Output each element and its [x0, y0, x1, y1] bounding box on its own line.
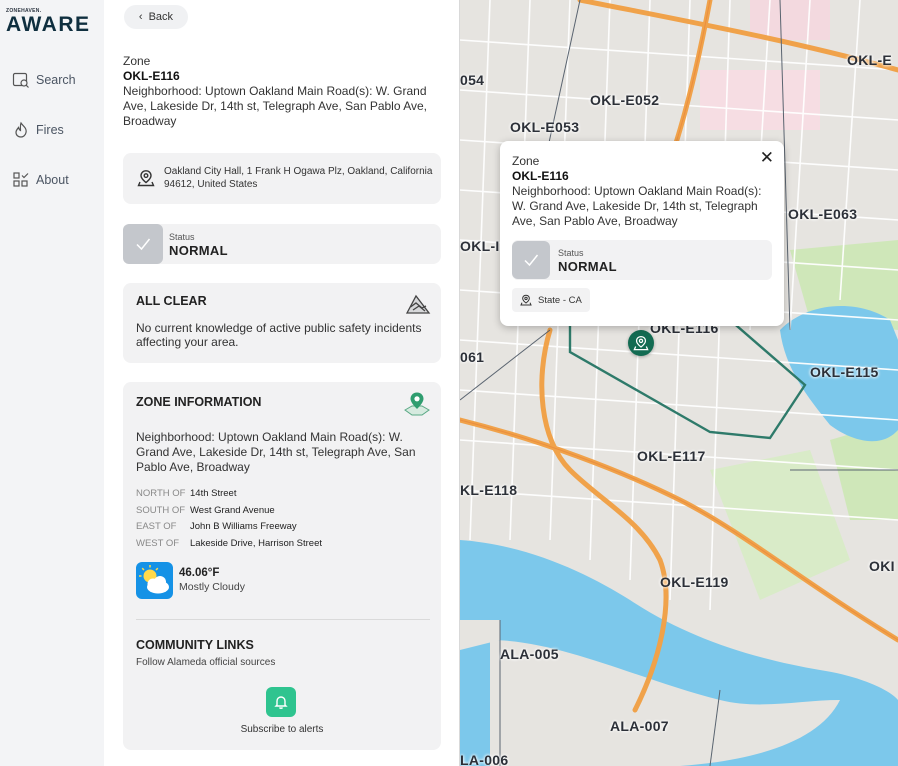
back-button[interactable]: ‹ Back [124, 5, 188, 29]
fire-icon [15, 121, 27, 138]
zone-map-label[interactable]: OKL-E119 [660, 574, 729, 590]
zone-bounds-list: NORTH OF 14th Street SOUTH OF West Grand… [136, 486, 436, 552]
popup-zone-description: Neighborhood: Uptown Oakland Main Road(s… [512, 184, 762, 228]
zone-map-label[interactable]: ALA-005 [500, 646, 559, 662]
zone-map-label[interactable]: 054 [460, 72, 484, 88]
chevron-left-icon: ‹ [138, 11, 143, 23]
popup-zone-label: Zone [512, 154, 540, 168]
bound-key: NORTH OF [136, 488, 186, 499]
status-check-tile [512, 241, 550, 279]
search-icon [12, 72, 29, 88]
partly-cloudy-icon [136, 562, 173, 599]
location-pin-icon [633, 335, 649, 351]
bell-icon [274, 696, 288, 709]
logo-brand-name: AWARE [6, 13, 91, 36]
state-chip-label: State - CA [538, 294, 582, 306]
zone-detail-panel: ‹ Back Zone OKL-E116 Neighborhood: Uptow… [104, 0, 460, 766]
popup-status-value: NORMAL [558, 259, 617, 274]
zone-information-card: ZONE INFORMATION Neighborhood: Uptown Oa… [123, 382, 441, 750]
weather-condition: Mostly Cloudy [179, 581, 245, 593]
nav-item-search[interactable]: Search [12, 71, 76, 89]
section-divider [136, 619, 430, 620]
bound-row-south: SOUTH OF West Grand Avenue [136, 503, 436, 520]
zone-map-label[interactable]: OKL-E115 [810, 364, 879, 380]
state-chip[interactable]: State - CA [512, 288, 590, 312]
zone-map-label[interactable]: OKL-E117 [637, 448, 706, 464]
popup-status-card: Status NORMAL [512, 240, 772, 280]
nav-label-search: Search [36, 73, 76, 87]
subscribe-alerts-label[interactable]: Subscribe to alerts [123, 724, 441, 735]
zone-information-title: ZONE INFORMATION [136, 395, 262, 409]
nav-item-about[interactable]: About [12, 171, 69, 189]
zone-map-pin-icon [404, 392, 430, 416]
status-value: NORMAL [169, 243, 228, 258]
zone-map-label[interactable]: ALA-007 [610, 718, 669, 734]
weather-widget: 46.06°F Mostly Cloudy [136, 562, 426, 600]
nav-item-fires[interactable]: Fires [12, 121, 64, 139]
subscribe-alerts-button[interactable] [266, 687, 296, 717]
zone-map-label[interactable]: KL-E118 [460, 482, 517, 498]
bound-key: WEST OF [136, 537, 180, 549]
bound-key: EAST OF [136, 521, 177, 532]
about-grid-icon [13, 172, 29, 187]
community-links-subtitle: Follow Alameda official sources [136, 657, 276, 668]
address-text: Oakland City Hall, 1 Frank H Ogawa Plz, … [164, 166, 433, 190]
bound-row-west: WEST OF Lakeside Drive, Harrison Street [136, 536, 436, 553]
zone-map-label[interactable]: OKL-I [460, 238, 500, 254]
status-check-tile [123, 224, 163, 264]
location-pin-icon [520, 294, 532, 306]
zone-map-label[interactable]: OKL-E052 [590, 92, 659, 108]
zone-header: Zone OKL-E116 Neighborhood: Uptown Oakla… [123, 54, 443, 129]
zone-map[interactable]: OKL-E 054 OKL-E052 OKL-E053 OKL-E063 OKL… [460, 0, 898, 766]
address-card: Oakland City Hall, 1 Frank H Ogawa Plz, … [123, 153, 441, 204]
zone-map-label[interactable]: LA-006 [460, 752, 508, 766]
zone-popup: ✕ Zone OKL-E116 Neighborhood: Uptown Oak… [500, 141, 784, 326]
status-label: Status [169, 232, 195, 242]
bound-value: Lakeside Drive, Harrison Street [190, 537, 322, 549]
bound-row-north: NORTH OF 14th Street [136, 486, 436, 503]
all-clear-mountain-icon [405, 294, 431, 314]
status-card: Status NORMAL [123, 224, 441, 264]
check-icon [136, 238, 151, 251]
zone-map-label[interactable]: OKI [869, 558, 895, 574]
zone-map-label[interactable]: 061 [460, 349, 484, 365]
popup-zone-id: OKL-E116 [512, 169, 569, 183]
all-clear-title: ALL CLEAR [136, 294, 207, 308]
all-clear-card: ALL CLEAR No current knowledge of active… [123, 283, 441, 363]
all-clear-text: No current knowledge of active public sa… [136, 321, 422, 349]
bound-row-east: EAST OF John B Williams Freeway [136, 519, 436, 536]
zone-location-marker[interactable] [628, 330, 654, 356]
side-nav: ZONEHAVEN. AWARE Search Fires About [0, 0, 104, 766]
app-logo[interactable]: ZONEHAVEN. AWARE [6, 8, 98, 36]
back-label: Back [148, 11, 174, 23]
popup-status-label: Status [558, 248, 584, 258]
popup-zone-info: Zone OKL-E116 Neighborhood: Uptown Oakla… [512, 154, 767, 229]
zone-map-label[interactable]: OKL-E063 [788, 206, 857, 222]
bound-value: 14th Street [190, 488, 237, 499]
community-links-title: COMMUNITY LINKS [136, 638, 254, 652]
nav-label-about: About [36, 173, 69, 187]
zone-map-label[interactable]: OKL-E [847, 52, 892, 68]
bound-value: John B Williams Freeway [190, 521, 297, 532]
zone-id: OKL-E116 [123, 69, 180, 83]
bound-value: West Grand Avenue [190, 504, 275, 516]
weather-temperature: 46.06°F [179, 567, 220, 579]
zone-label: Zone [123, 54, 151, 68]
nav-label-fires: Fires [36, 123, 64, 137]
location-pin-icon [137, 170, 155, 187]
zone-map-label[interactable]: OKL-E053 [510, 119, 579, 135]
zone-description: Neighborhood: Uptown Oakland Main Road(s… [123, 84, 427, 128]
check-icon [524, 254, 539, 267]
bound-key: SOUTH OF [136, 504, 186, 516]
zone-information-description: Neighborhood: Uptown Oakland Main Road(s… [136, 430, 416, 474]
